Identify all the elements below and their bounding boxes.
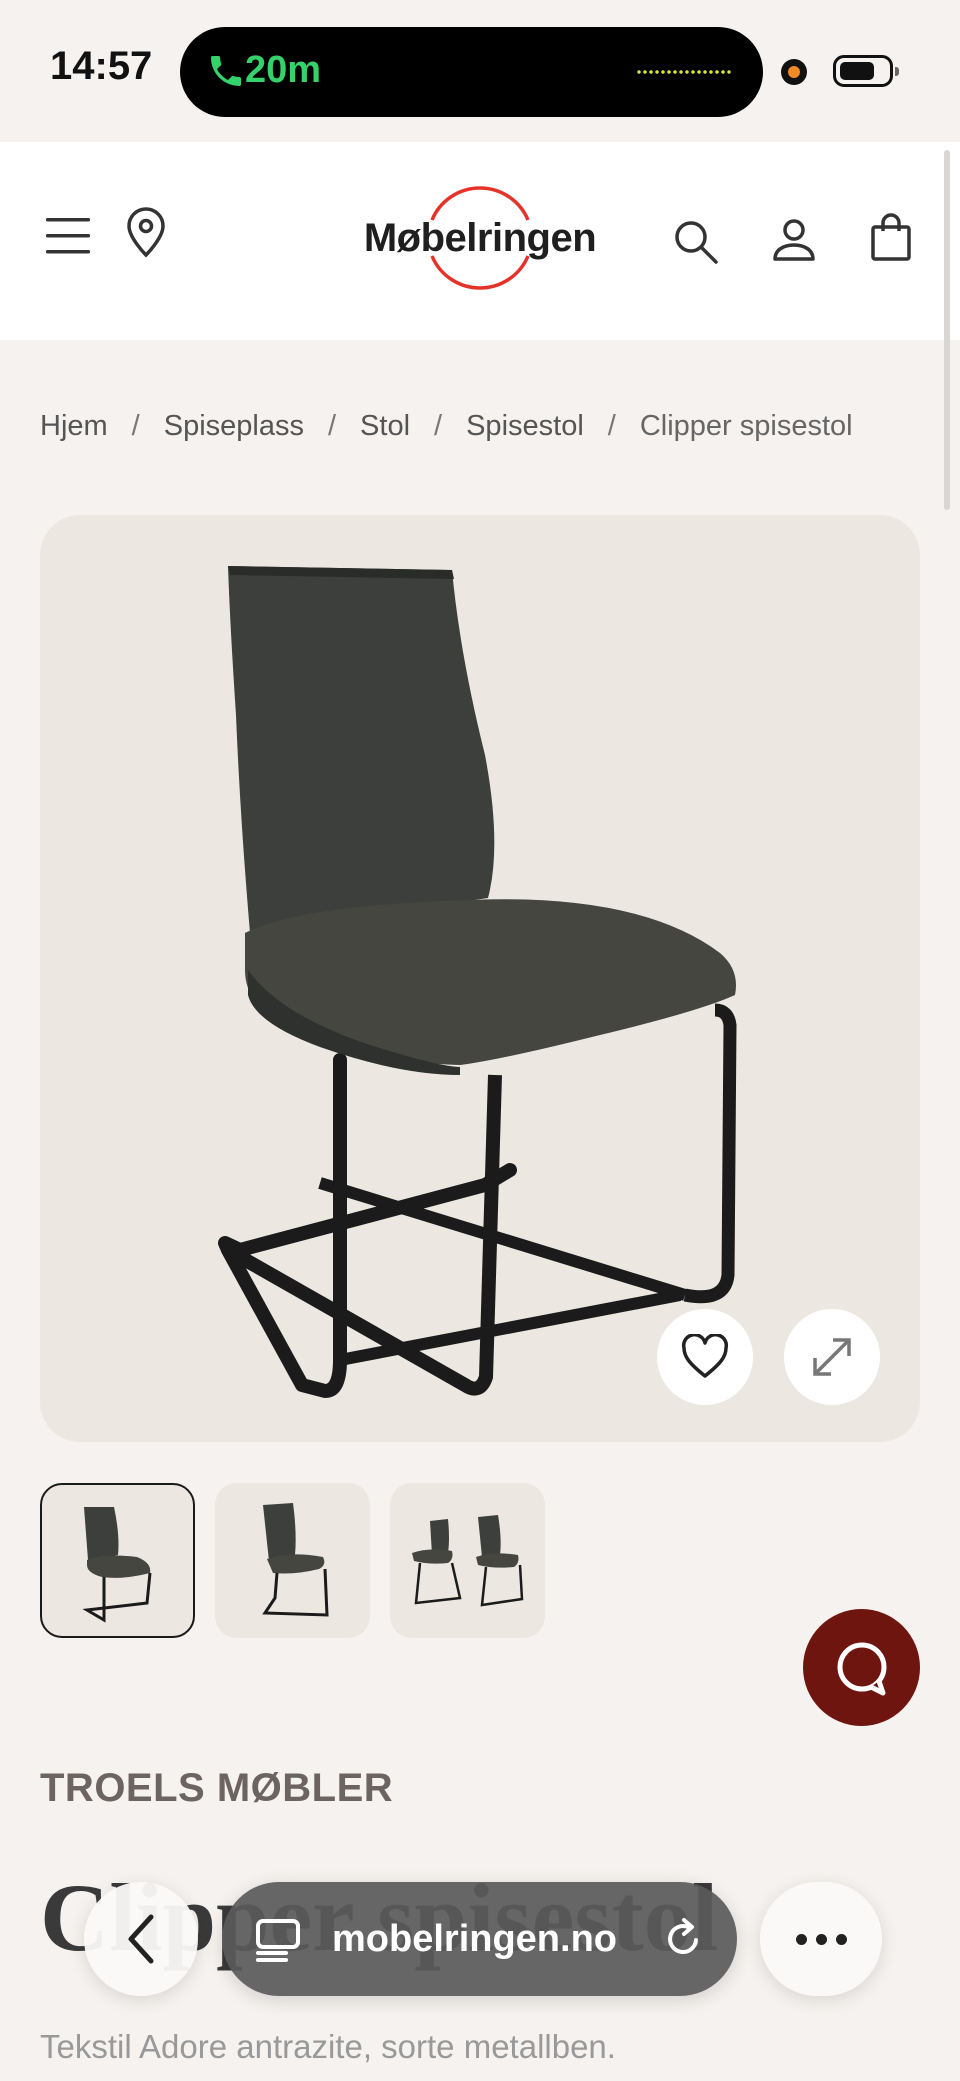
active-call-pill[interactable]: 20m — [180, 27, 763, 117]
heart-icon — [681, 1334, 729, 1378]
chair-pair-thumbnail-image — [412, 1515, 524, 1607]
breadcrumb: Hjem / Spiseplass / Stol / Spisestol / C… — [40, 410, 853, 443]
breadcrumb-separator: / — [434, 410, 443, 442]
menu-icon[interactable] — [44, 214, 92, 258]
shopping-bag-icon[interactable] — [870, 212, 912, 262]
breadcrumb-separator: / — [607, 410, 616, 442]
browser-address-bar[interactable]: mobelringen.no — [222, 1882, 737, 1996]
reload-icon[interactable] — [660, 1916, 706, 1962]
site-logo[interactable]: Møbelringen — [355, 180, 605, 300]
thumbnail-strip — [40, 1483, 545, 1638]
chair-thumbnail-image — [82, 1507, 152, 1623]
site-header: Møbelringen — [0, 142, 960, 340]
page-menu-icon — [256, 1919, 300, 1962]
battery-icon — [833, 55, 899, 87]
audio-wave-icon — [636, 70, 732, 74]
browser-back-button[interactable] — [84, 1882, 198, 1996]
thumbnail-3[interactable] — [390, 1483, 545, 1638]
logo-text: Møbelringen — [363, 216, 597, 260]
expand-image-button[interactable] — [784, 1309, 880, 1405]
thumbnail-1[interactable] — [40, 1483, 195, 1638]
page-scrollbar[interactable] — [944, 150, 950, 510]
chair-image — [218, 566, 737, 1398]
status-time: 14:57 — [50, 44, 153, 88]
browser-url: mobelringen.no — [332, 1918, 617, 1960]
phone-icon — [211, 56, 241, 86]
location-pin-icon[interactable] — [124, 206, 168, 258]
breadcrumb-spiseplass[interactable]: Spiseplass — [164, 410, 304, 443]
more-dot-icon — [815, 1933, 827, 1945]
chat-bubble-icon — [837, 1642, 886, 1695]
more-dot-icon — [795, 1933, 807, 1945]
breadcrumb-separator: / — [327, 410, 337, 442]
breadcrumb-stol[interactable]: Stol — [360, 410, 410, 443]
user-icon[interactable] — [772, 218, 816, 262]
chevron-left-icon — [128, 1914, 154, 1964]
call-duration: 20m — [245, 49, 322, 91]
product-main-image[interactable] — [40, 515, 920, 1442]
product-brand[interactable]: TROELS MØBLER — [40, 1766, 393, 1811]
browser-more-button[interactable] — [760, 1882, 882, 1996]
chair-side-thumbnail-image — [262, 1503, 329, 1617]
thumbnail-2[interactable] — [215, 1483, 370, 1638]
search-icon[interactable] — [672, 218, 720, 266]
status-bar: 14:57 20m — [0, 0, 960, 142]
breadcrumb-separator: / — [131, 410, 140, 442]
product-description: Tekstil Adore antrazite, sorte metallben… — [40, 2028, 616, 2065]
recording-indicator-icon — [781, 59, 807, 85]
chat-button[interactable] — [803, 1609, 920, 1726]
breadcrumb-spisestol[interactable]: Spisestol — [466, 410, 584, 443]
favorite-button[interactable] — [657, 1309, 753, 1405]
expand-icon — [813, 1338, 851, 1376]
breadcrumb-home[interactable]: Hjem — [40, 410, 108, 443]
more-dot-icon — [835, 1933, 847, 1945]
breadcrumb-current: Clipper spisestol — [639, 410, 853, 442]
